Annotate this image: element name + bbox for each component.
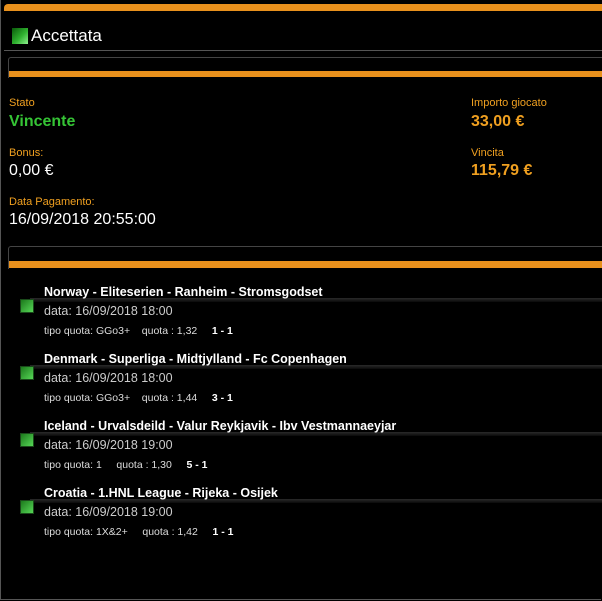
event-title: Iceland - Urvalsdeild - Valur Reykjavik … — [44, 419, 397, 433]
event-meta: tipo quota: 1 quota : 1,30 5 - 1 — [44, 459, 207, 471]
vincita-label: Vincita — [471, 147, 504, 159]
event-row: Denmark - Superliga - Midtjylland - Fc C… — [0, 352, 602, 412]
event-date: data: 16/09/2018 19:00 — [44, 438, 173, 452]
event-meta: tipo quota: GGo3+ quota : 1,44 3 - 1 — [44, 392, 233, 404]
vincita-value: 115,79 € — [471, 162, 533, 179]
stato-value: Vincente — [9, 113, 76, 130]
bonus-value: 0,00 € — [9, 162, 54, 179]
event-title: Denmark - Superliga - Midtjylland - Fc C… — [44, 352, 347, 366]
header-accent-bar — [4, 4, 602, 11]
event-tipo-quota: tipo quota: 1X&2+ — [44, 526, 128, 538]
event-quota: quota : 1,42 — [142, 526, 198, 538]
event-won-icon — [20, 366, 34, 380]
event-tipo-quota: tipo quota: 1 — [44, 459, 102, 471]
header-divider — [4, 50, 602, 51]
data-pagamento-value: 16/09/2018 20:55:00 — [9, 211, 156, 228]
event-date: data: 16/09/2018 19:00 — [44, 505, 173, 519]
event-meta: tipo quota: 1X&2+ quota : 1,42 1 - 1 — [44, 526, 233, 538]
event-quota: quota : 1,30 — [116, 459, 172, 471]
details-panel-accent-bar — [9, 71, 602, 77]
event-meta: tipo quota: GGo3+ quota : 1,32 1 - 1 — [44, 325, 233, 337]
event-date: data: 16/09/2018 18:00 — [44, 371, 173, 385]
event-row: Norway - Eliteserien - Ranheim - Stromsg… — [0, 285, 602, 345]
event-row: Iceland - Urvalsdeild - Valur Reykjavik … — [0, 419, 602, 479]
event-won-icon — [20, 433, 34, 447]
ticket-status-title: Accettata — [31, 26, 102, 45]
importo-giocato-label: Importo giocato — [471, 97, 547, 109]
event-title: Croatia - 1.HNL League - Rijeka - Osijek — [44, 486, 278, 500]
event-tipo-quota: tipo quota: GGo3+ — [44, 325, 131, 337]
event-won-icon — [20, 299, 34, 313]
data-pagamento-label: Data Pagamento: — [9, 196, 95, 208]
ticket-status-header: Accettata — [12, 25, 102, 47]
importo-giocato-value: 33,00 € — [471, 113, 525, 130]
stato-label: Stato — [9, 97, 35, 109]
event-row: Croatia - 1.HNL League - Rijeka - Osijek… — [0, 486, 602, 546]
event-title: Norway - Eliteserien - Ranheim - Stromsg… — [44, 285, 323, 299]
event-quota: quota : 1,44 — [141, 392, 198, 404]
bonus-label: Bonus: — [9, 147, 44, 159]
event-tipo-quota: tipo quota: GGo3+ — [44, 392, 131, 404]
event-score: 3 - 1 — [211, 392, 233, 404]
events-panel-accent-bar — [9, 261, 602, 268]
event-date: data: 16/09/2018 18:00 — [44, 304, 173, 318]
event-quota: quota : 1,32 — [141, 325, 198, 337]
event-won-icon — [20, 500, 34, 514]
event-score: 1 - 1 — [212, 526, 234, 538]
event-score: 5 - 1 — [186, 459, 208, 471]
accepted-status-icon — [12, 28, 28, 44]
event-score: 1 - 1 — [211, 325, 233, 337]
